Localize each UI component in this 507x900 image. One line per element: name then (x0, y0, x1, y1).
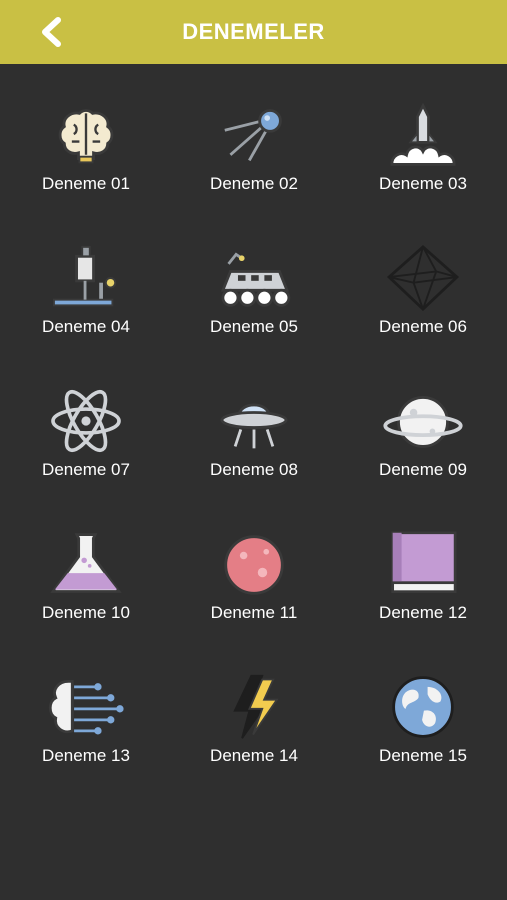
test-label: Deneme 12 (379, 603, 467, 622)
test-label: Deneme 15 (379, 746, 467, 765)
rocket-launch-icon (390, 102, 456, 166)
brain-icon (58, 109, 114, 164)
test-label: Deneme 11 (210, 603, 298, 622)
rover-icon (220, 252, 291, 307)
test-tile-05[interactable]: Deneme 05 (179, 207, 329, 337)
test-label: Deneme 05 (210, 317, 298, 336)
test-tile-11[interactable]: Deneme 11 (179, 493, 329, 623)
test-tile-13[interactable]: Deneme 13 (11, 636, 161, 766)
globe-icon (392, 676, 454, 738)
test-label: Deneme 13 (42, 746, 130, 765)
test-tile-01[interactable]: Deneme 01 (11, 64, 161, 194)
test-label: Deneme 04 (42, 317, 130, 336)
test-label: Deneme 06 (379, 317, 467, 336)
test-label: Deneme 10 (42, 603, 130, 622)
test-label: Deneme 14 (210, 746, 298, 765)
test-tile-12[interactable]: Deneme 12 (348, 493, 498, 623)
test-label: Deneme 09 (379, 460, 467, 479)
test-label: Deneme 07 (42, 460, 130, 479)
book-icon (391, 531, 457, 593)
test-label: Deneme 03 (379, 174, 467, 193)
satellite-icon (224, 109, 282, 162)
planet-icon (224, 535, 284, 595)
test-tile-07[interactable]: Deneme 07 (11, 350, 161, 480)
test-tile-08[interactable]: Deneme 08 (179, 350, 329, 480)
test-tile-09[interactable]: Deneme 09 (348, 350, 498, 480)
test-label: Deneme 08 (210, 460, 298, 479)
microscope-icon (53, 245, 117, 307)
octahedron-icon (386, 245, 460, 311)
atom-icon (51, 389, 121, 453)
app-bar: DENEMELER (0, 0, 507, 64)
test-label: Deneme 01 (42, 174, 130, 193)
test-tile-15[interactable]: Deneme 15 (348, 636, 498, 766)
ai-brain-icon (48, 679, 124, 735)
ufo-icon (220, 403, 288, 449)
test-tile-04[interactable]: Deneme 04 (11, 207, 161, 337)
test-tile-03[interactable]: Deneme 03 (348, 64, 498, 194)
test-tile-02[interactable]: Deneme 02 (179, 64, 329, 194)
page-title: DENEMELER (182, 19, 325, 44)
lightning-icon (233, 674, 279, 739)
test-tile-10[interactable]: Deneme 10 (11, 493, 161, 623)
test-tile-14[interactable]: Deneme 14 (179, 636, 329, 766)
flask-icon (50, 533, 122, 593)
test-label: Deneme 02 (210, 174, 298, 193)
planet-ring-icon (383, 396, 463, 448)
test-tile-06[interactable]: Deneme 06 (348, 207, 498, 337)
